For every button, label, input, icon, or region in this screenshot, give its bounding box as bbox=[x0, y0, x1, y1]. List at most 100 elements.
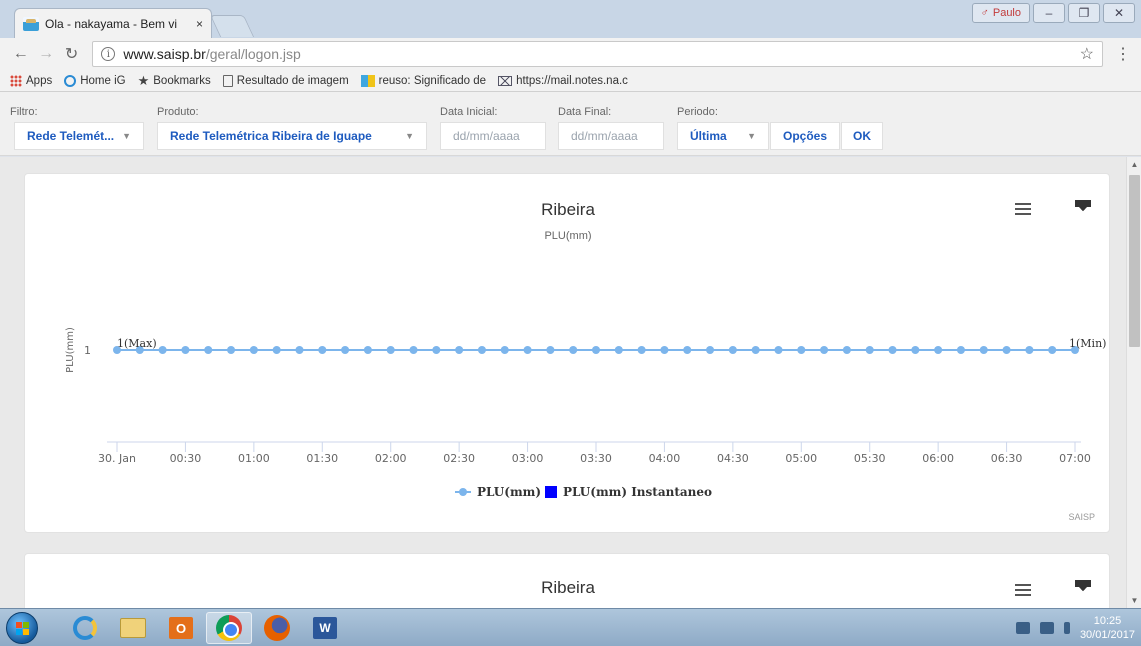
data-point bbox=[842, 346, 851, 354]
x-tick-label: 03:30 bbox=[580, 452, 612, 465]
start-button[interactable] bbox=[6, 612, 38, 644]
data-point bbox=[569, 346, 578, 354]
bookmark-mail[interactable]: https://mail.notes.na.c bbox=[498, 75, 628, 87]
back-arrow-icon[interactable]: ← bbox=[10, 45, 31, 63]
data-point bbox=[204, 346, 213, 354]
data-point bbox=[979, 346, 988, 354]
data-point bbox=[614, 346, 623, 354]
data-inicial-input[interactable]: dd/mm/aaaa bbox=[440, 122, 546, 150]
ok-button[interactable]: OK bbox=[841, 122, 883, 150]
chrome-icon[interactable] bbox=[206, 612, 252, 644]
x-tick-label: 02:00 bbox=[375, 452, 407, 465]
clock-time: 10:25 bbox=[1093, 615, 1122, 627]
data-point bbox=[523, 346, 532, 354]
periodo-value: Última bbox=[690, 129, 727, 143]
restore-button[interactable]: ❐ bbox=[1068, 3, 1100, 23]
filtro-label: Filtro: bbox=[10, 106, 38, 118]
x-tick-label: 07:00 bbox=[1059, 452, 1091, 465]
filtro-value: Rede Telemét... bbox=[27, 129, 115, 143]
bookmark-label: reuso: Significado de bbox=[378, 74, 487, 87]
x-tick-label: 04:00 bbox=[649, 452, 681, 465]
legend-symbol bbox=[545, 486, 557, 498]
data-point bbox=[227, 346, 236, 354]
outlook-icon[interactable]: O bbox=[158, 612, 204, 644]
data-point bbox=[272, 346, 281, 354]
reload-icon[interactable]: ↻ bbox=[61, 44, 82, 64]
chrome-menu-icon[interactable]: ⋮ bbox=[1115, 44, 1131, 64]
window-controls: ♂ Paulo – ❐ ✕ bbox=[971, 3, 1135, 23]
url-host: www.saisp.br bbox=[123, 46, 206, 62]
bookmark-reuso[interactable]: reuso: Significado de bbox=[360, 74, 487, 87]
legend-item-label: PLU(mm) Instantaneo bbox=[563, 485, 712, 499]
volume-icon[interactable] bbox=[1063, 622, 1070, 634]
data-final-input[interactable]: dd/mm/aaaa bbox=[558, 122, 664, 150]
data-final-label: Data Final: bbox=[558, 106, 612, 118]
data-point bbox=[341, 346, 350, 354]
chart-credits[interactable]: SAISP bbox=[1068, 512, 1095, 522]
chevron-down-icon: ▼ bbox=[122, 131, 131, 141]
page-scrollbar[interactable]: ▲ ▼ bbox=[1126, 157, 1141, 608]
y-axis-title: PLU(mm) bbox=[65, 327, 76, 373]
annotation-label: 1(Min) bbox=[1069, 337, 1106, 350]
scroll-up-icon[interactable]: ▲ bbox=[1127, 160, 1141, 169]
system-tray: 10:25 30/01/2017 bbox=[1015, 609, 1141, 646]
profile-icon: ♂ bbox=[980, 7, 989, 19]
data-inicial-placeholder: dd/mm/aaaa bbox=[453, 129, 520, 143]
network-icon[interactable] bbox=[1015, 622, 1030, 634]
display-icon[interactable] bbox=[1039, 622, 1054, 634]
opcoes-button[interactable]: Opções bbox=[770, 122, 840, 150]
data-point bbox=[409, 346, 418, 354]
data-point bbox=[1025, 346, 1034, 354]
chart-card: Ribeira PLU(mm) 30. Jan 00:30 01:00 01:30 02… bbox=[24, 173, 1110, 533]
tab-close-icon[interactable]: × bbox=[190, 17, 203, 31]
periodo-select[interactable]: Última ▼ bbox=[677, 122, 769, 150]
data-point bbox=[318, 346, 327, 354]
bookmark-star-icon[interactable]: ☆ bbox=[1080, 44, 1094, 64]
bookmark-home-ig[interactable]: Home iG bbox=[64, 74, 126, 87]
bookmark-folder[interactable]: ★ Bookmarks bbox=[138, 73, 211, 89]
data-point bbox=[774, 346, 783, 354]
profile-button[interactable]: ♂ Paulo bbox=[971, 3, 1030, 23]
data-point bbox=[592, 346, 600, 354]
internet-explorer-icon[interactable] bbox=[62, 612, 108, 644]
firefox-icon[interactable] bbox=[254, 612, 300, 644]
bookmark-label: Resultado de imagem bbox=[236, 74, 349, 87]
url-path: /geral/logon.jsp bbox=[205, 46, 301, 62]
dictionary-icon bbox=[360, 74, 375, 87]
new-tab-button[interactable] bbox=[209, 15, 255, 37]
close-window-button[interactable]: ✕ bbox=[1103, 3, 1135, 23]
hamburger-menu-icon[interactable] bbox=[1015, 584, 1031, 596]
word-icon[interactable]: W bbox=[302, 612, 348, 644]
chart-title-2: Ribeira bbox=[541, 578, 595, 597]
scroll-down-icon[interactable]: ▼ bbox=[1127, 596, 1141, 605]
forward-arrow-icon[interactable]: → bbox=[35, 45, 56, 63]
file-explorer-icon[interactable] bbox=[110, 612, 156, 644]
data-point bbox=[728, 346, 737, 354]
info-icon[interactable]: i bbox=[101, 47, 116, 61]
data-point bbox=[865, 346, 874, 354]
data-inicial-label: Data Inicial: bbox=[440, 106, 498, 118]
x-tick-label: 05:00 bbox=[785, 452, 817, 465]
data-point bbox=[363, 346, 372, 354]
scrollbar-thumb[interactable] bbox=[1129, 175, 1140, 347]
download-icon[interactable] bbox=[1075, 579, 1091, 596]
clock[interactable]: 10:25 30/01/2017 bbox=[1080, 614, 1135, 642]
bookmark-resultado[interactable]: Resultado de imagem bbox=[222, 74, 349, 87]
filtro-select[interactable]: Rede Telemét... ▼ bbox=[14, 122, 144, 150]
data-point bbox=[295, 346, 304, 354]
screen: Ola - nakayama - Bem vi × ♂ Paulo – ❐ ✕ ←… bbox=[0, 0, 1141, 646]
bookmark-label: Home iG bbox=[80, 74, 126, 87]
produto-select[interactable]: Rede Telemétrica Ribeira de Iguape ▼ bbox=[157, 122, 427, 150]
x-tick-label: 00:30 bbox=[170, 452, 202, 465]
data-point bbox=[249, 346, 258, 354]
address-bar[interactable]: i www.saisp.br/geral/logon.jsp ☆ bbox=[92, 41, 1103, 67]
x-tick-label: 04:30 bbox=[717, 452, 749, 465]
data-point bbox=[706, 346, 715, 354]
browser-tab[interactable]: Ola - nakayama - Bem vi × bbox=[14, 8, 212, 38]
data-point bbox=[911, 346, 920, 354]
data-point bbox=[546, 346, 555, 354]
x-tick-label: 01:30 bbox=[306, 452, 338, 465]
data-point bbox=[1048, 346, 1057, 354]
minimize-button[interactable]: – bbox=[1033, 3, 1065, 23]
bookmark-apps[interactable]: Apps bbox=[10, 74, 52, 87]
